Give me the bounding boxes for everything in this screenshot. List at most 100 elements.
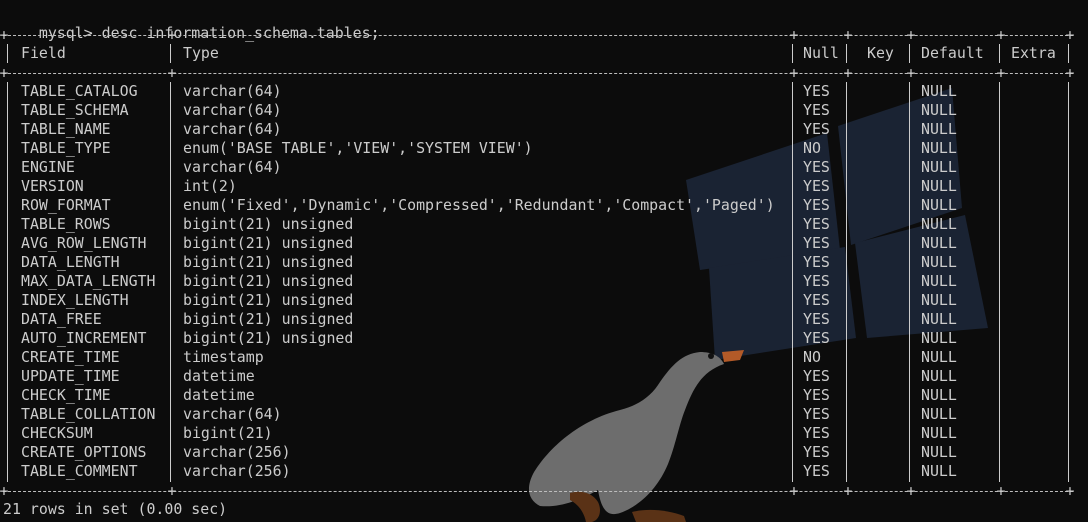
cell-type: enum('BASE TABLE','VIEW','SYSTEM VIEW')	[183, 139, 533, 157]
cell-type: varchar(64)	[183, 158, 282, 176]
table-row: TABLE_SCHEMA varchar(64) YES NULL	[3, 101, 1083, 120]
cell-field: DATA_FREE	[21, 310, 102, 328]
cell-null: YES	[803, 158, 830, 176]
cell-field: CHECK_TIME	[21, 386, 111, 404]
column-divider	[170, 44, 171, 63]
cell-type: varchar(64)	[183, 101, 282, 119]
column-divider	[999, 82, 1000, 482]
table-row: TABLE_NAME varchar(64) YES NULL	[3, 120, 1083, 139]
cell-type: varchar(64)	[183, 82, 282, 100]
table-row: DATA_LENGTH bigint(21) unsigned YES NULL	[3, 253, 1083, 272]
cell-type: datetime	[183, 367, 255, 385]
table-row: TABLE_ROWS bigint(21) unsigned YES NULL	[3, 215, 1083, 234]
cell-default: NULL	[921, 443, 957, 461]
cell-field: ENGINE	[21, 158, 75, 176]
cell-field: TABLE_COLLATION	[21, 405, 156, 423]
cell-null: YES	[803, 253, 830, 271]
cell-default: NULL	[921, 310, 957, 328]
cell-null: YES	[803, 386, 830, 404]
cell-null: YES	[803, 443, 830, 461]
header-field: Field	[21, 44, 66, 62]
column-divider	[846, 82, 847, 482]
cell-default: NULL	[921, 272, 957, 290]
table-row: INDEX_LENGTH bigint(21) unsigned YES NULL	[3, 291, 1083, 310]
table-row: DATA_FREE bigint(21) unsigned YES NULL	[3, 310, 1083, 329]
cell-default: NULL	[921, 177, 957, 195]
column-divider	[792, 44, 793, 63]
cell-null: YES	[803, 177, 830, 195]
header-extra: Extra	[1011, 44, 1056, 62]
cell-null: YES	[803, 462, 830, 480]
cell-field: UPDATE_TIME	[21, 367, 120, 385]
cell-default: NULL	[921, 405, 957, 423]
sql-command: desc information_schema.tables;	[101, 24, 380, 42]
cell-default: NULL	[921, 329, 957, 347]
cell-type: bigint(21) unsigned	[183, 215, 354, 233]
table-row: AUTO_INCREMENT bigint(21) unsigned YES NULL	[3, 329, 1083, 348]
cell-null: YES	[803, 196, 830, 214]
cell-field: VERSION	[21, 177, 84, 195]
header-default: Default	[921, 44, 984, 62]
cell-type: timestamp	[183, 348, 264, 366]
table-row: TABLE_TYPE enum('BASE TABLE','VIEW','SYST…	[3, 139, 1083, 158]
cell-type: bigint(21) unsigned	[183, 291, 354, 309]
cell-default: NULL	[921, 424, 957, 442]
table-row: CHECK_TIME datetime YES NULL	[3, 386, 1083, 405]
cell-default: NULL	[921, 253, 957, 271]
cell-type: enum('Fixed','Dynamic','Compressed','Red…	[183, 196, 775, 214]
cell-type: varchar(64)	[183, 120, 282, 138]
column-divider	[7, 82, 8, 482]
cell-default: NULL	[921, 82, 957, 100]
mysql-prompt: mysql>	[38, 24, 93, 42]
cell-null: YES	[803, 234, 830, 252]
column-divider	[999, 44, 1000, 63]
header-key: Key	[867, 44, 894, 62]
cell-type: varchar(256)	[183, 443, 291, 461]
cell-field: ROW_FORMAT	[21, 196, 111, 214]
cell-null: YES	[803, 405, 830, 423]
column-divider	[909, 44, 910, 63]
table-row: TABLE_COMMENT varchar(256) YES NULL	[3, 462, 1083, 481]
column-divider	[1068, 82, 1069, 482]
terminal-window[interactable]: mysql> desc information_schema.tables; +…	[0, 0, 1088, 522]
table-row: CREATE_TIME timestamp NO NULL	[3, 348, 1083, 367]
cell-field: DATA_LENGTH	[21, 253, 120, 271]
column-divider	[792, 82, 793, 482]
table-row: TABLE_CATALOG varchar(64) YES NULL	[3, 82, 1083, 101]
header-type: Type	[183, 44, 219, 62]
cell-null: YES	[803, 329, 830, 347]
table-row: UPDATE_TIME datetime YES NULL	[3, 367, 1083, 386]
cell-null: YES	[803, 291, 830, 309]
cell-field: TABLE_CATALOG	[21, 82, 138, 100]
cell-type: varchar(256)	[183, 462, 291, 480]
cell-type: bigint(21) unsigned	[183, 253, 354, 271]
cell-null: YES	[803, 101, 830, 119]
cell-default: NULL	[921, 101, 957, 119]
column-divider	[909, 82, 910, 482]
cell-type: varchar(64)	[183, 405, 282, 423]
cell-type: bigint(21) unsigned	[183, 329, 354, 347]
cell-default: NULL	[921, 215, 957, 233]
cell-default: NULL	[921, 234, 957, 252]
cell-field: AUTO_INCREMENT	[21, 329, 147, 347]
header-null: Null	[803, 44, 839, 62]
cell-field: TABLE_NAME	[21, 120, 111, 138]
column-divider	[7, 44, 8, 63]
cell-null: NO	[803, 348, 821, 366]
cell-default: NULL	[921, 196, 957, 214]
cell-null: YES	[803, 367, 830, 385]
cell-default: NULL	[921, 367, 957, 385]
table-row: AVG_ROW_LENGTH bigint(21) unsigned YES NULL	[3, 234, 1083, 253]
cell-type: bigint(21)	[183, 424, 273, 442]
cell-null: YES	[803, 424, 830, 442]
cell-default: NULL	[921, 386, 957, 404]
cell-null: YES	[803, 215, 830, 233]
column-divider	[170, 82, 171, 482]
table-row: CREATE_OPTIONS varchar(256) YES NULL	[3, 443, 1083, 462]
table-row: MAX_DATA_LENGTH bigint(21) unsigned YES NUL…	[3, 272, 1083, 291]
table-border-top: + + + + + + +	[0, 26, 1075, 44]
table-border-bottom: + + + + + + +	[0, 482, 1075, 500]
cell-field: TABLE_TYPE	[21, 139, 111, 157]
cell-null: YES	[803, 272, 830, 290]
column-divider	[846, 44, 847, 63]
